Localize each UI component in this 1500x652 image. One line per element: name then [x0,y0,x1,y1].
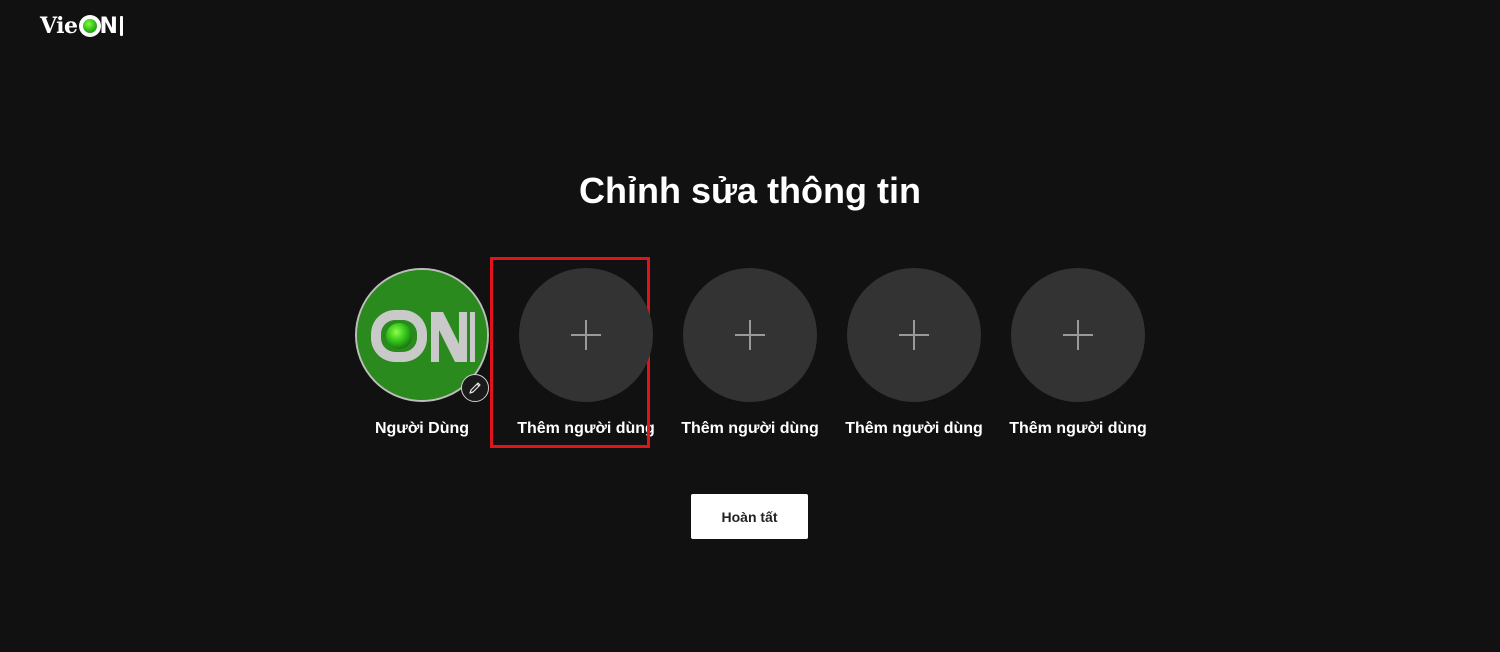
add-user-button[interactable]: Thêm người dùng [832,268,996,438]
add-user-label: Thêm người dùng [517,420,655,437]
plus-icon [1063,320,1093,350]
add-user-avatar[interactable] [519,268,653,402]
add-user-avatar[interactable] [1011,268,1145,402]
logo-on-mark: N [78,13,123,39]
add-user-label: Thêm người dùng [681,420,819,437]
profile-name: Người Dùng [374,420,470,437]
add-user-avatar[interactable] [683,268,817,402]
plus-icon [735,320,765,350]
profiles-list: Người Dùng Thêm người dùng Thêm người dù… [0,257,1500,448]
plus-icon [571,320,601,350]
pencil-icon [469,382,481,394]
logo-bar [119,16,123,36]
add-user-label: Thêm người dùng [845,420,983,437]
add-user-button[interactable]: Thêm người dùng [490,257,668,448]
add-user-button[interactable]: Thêm người dùng [668,268,832,438]
plus-icon [899,320,929,350]
add-user-label: Thêm người dùng [1009,420,1147,437]
add-user-button[interactable]: Thêm người dùng [996,268,1160,438]
edit-profile-button[interactable] [461,374,489,402]
profile-user[interactable]: Người Dùng [340,268,504,438]
done-button[interactable]: Hoàn tất [691,494,808,539]
logo-o-icon [78,15,101,37]
vieon-logo[interactable]: Vie N [40,10,123,42]
logo-n-letter: N [99,13,118,39]
user-avatar[interactable] [355,268,489,402]
page-title: Chỉnh sửa thông tin [578,170,922,211]
logo-text: Vie [40,13,78,39]
profile-edit-page: Vie N Chỉnh sửa thông tin Người Dùng Thê… [0,0,1500,652]
add-user-avatar[interactable] [847,268,981,402]
